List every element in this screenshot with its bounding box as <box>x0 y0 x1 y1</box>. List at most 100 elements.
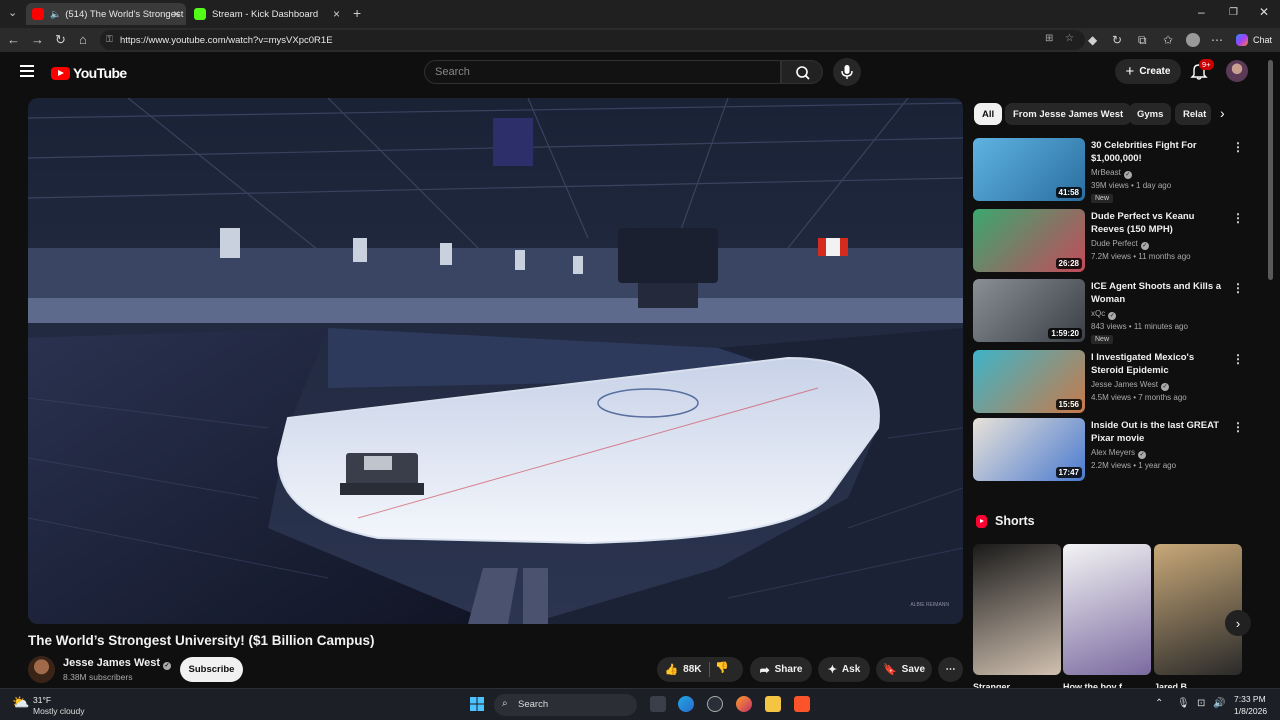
more-options-icon[interactable]: ⋯ <box>1211 33 1223 47</box>
refresh-extension-icon[interactable]: ↻ <box>1112 33 1122 47</box>
firefox-icon[interactable] <box>736 696 752 712</box>
brave-icon[interactable] <box>794 696 810 712</box>
new-tab-icon[interactable]: + <box>353 5 361 21</box>
thumbs-up-icon: 👍 <box>664 664 679 676</box>
shorts-next-button[interactable]: › <box>1225 610 1251 636</box>
github-icon[interactable] <box>707 696 723 712</box>
create-button[interactable]: + Create <box>1115 59 1181 84</box>
video-thumbnail[interactable]: 15:56 <box>973 350 1085 413</box>
account-avatar[interactable] <box>1226 60 1248 82</box>
like-button[interactable]: 👍 88K <box>657 657 709 682</box>
short-thumbnail[interactable] <box>1154 544 1242 675</box>
weather-cloud-icon[interactable]: ⛅ <box>12 694 29 711</box>
recommendation-title[interactable]: Dude Perfect vs Keanu Reeves (150 MPH) <box>1091 210 1226 236</box>
maximize-icon[interactable]: ❐ <box>1229 7 1238 18</box>
clock-time[interactable]: 7:33 PM <box>1234 694 1266 704</box>
windows-start-icon[interactable] <box>470 697 484 711</box>
recommendation-item[interactable]: 1:59:20 ICE Agent Shoots and Kills a Woma… <box>973 279 1248 344</box>
more-vertical-icon[interactable]: ⋮ <box>1232 281 1244 295</box>
forward-icon[interactable]: → <box>31 32 44 47</box>
recommendation-channel[interactable]: xQc ✓ <box>1091 309 1117 320</box>
logo-text: YouTube <box>73 65 127 81</box>
tab-kick[interactable]: Stream - Kick Dashboard × <box>188 3 346 25</box>
volume-icon[interactable]: 🔊 <box>1213 698 1225 709</box>
dislike-button[interactable]: 👎 <box>715 661 729 674</box>
tray-chevron-icon[interactable]: ⌃ <box>1155 698 1163 709</box>
more-vertical-icon[interactable]: ⋮ <box>1232 352 1244 366</box>
split-screen-icon[interactable]: ⧉ <box>1138 33 1147 48</box>
task-view-icon[interactable] <box>650 696 666 712</box>
taskbar-search-label: Search <box>518 699 549 710</box>
copilot-chat-button[interactable]: Chat <box>1230 31 1278 49</box>
address-bar[interactable]: ⚿ https://www.youtube.com/watch?v=mysVXp… <box>100 30 1085 50</box>
search-input[interactable]: Search <box>424 60 781 84</box>
app-available-icon[interactable]: ⊞ <box>1045 33 1053 44</box>
recommendation-channel[interactable]: Jesse James West ✓ <box>1091 380 1169 391</box>
profile-icon[interactable] <box>1186 33 1200 47</box>
clock-date[interactable]: 1/8/2026 <box>1234 706 1267 716</box>
subscribe-button[interactable]: Subscribe <box>180 657 243 682</box>
favorites-icon[interactable]: ✩ <box>1163 33 1173 47</box>
channel-name[interactable]: Jesse James West ✓ <box>63 657 172 670</box>
hamburger-menu-icon[interactable] <box>20 65 34 80</box>
chip-related[interactable]: Relat <box>1175 103 1211 125</box>
video-thumbnail[interactable]: 17:47 <box>973 418 1085 481</box>
lock-icon[interactable]: ⚿ <box>106 34 113 45</box>
more-vertical-icon[interactable]: ⋮ <box>1232 211 1244 225</box>
tab-youtube[interactable]: 🔈 (514) The World's Strongest U × <box>26 3 186 25</box>
video-thumbnail[interactable]: 1:59:20 <box>973 279 1085 342</box>
chip-gyms[interactable]: Gyms <box>1129 103 1172 125</box>
tab-list-chevron-icon[interactable]: ⌄ <box>8 6 17 19</box>
recommendation-channel[interactable]: Dude Perfect ✓ <box>1091 239 1149 250</box>
recommendation-title[interactable]: Inside Out is the last GREAT Pixar movie <box>1091 419 1226 445</box>
search-icon: ⌕ <box>502 698 508 709</box>
short-thumbnail[interactable] <box>973 544 1061 675</box>
favorite-star-icon[interactable]: ☆ <box>1065 33 1074 44</box>
youtube-logo[interactable]: YouTube <box>51 65 127 81</box>
duration-badge: 41:58 <box>1055 187 1082 198</box>
back-icon[interactable]: ← <box>7 32 20 47</box>
video-thumbnail[interactable]: 26:28 <box>973 209 1085 272</box>
chip-all[interactable]: All <box>974 103 1003 125</box>
share-arrow-icon: ➦ <box>759 662 770 677</box>
more-vertical-icon[interactable]: ⋮ <box>1232 420 1244 434</box>
taskbar-search[interactable]: ⌕ Search <box>494 694 637 716</box>
page-scrollbar[interactable] <box>1268 60 1273 280</box>
recommendation-title[interactable]: I Investigated Mexico's Steroid Epidemic <box>1091 351 1226 377</box>
speaker-icon[interactable]: 🔈 <box>50 9 61 20</box>
search-button[interactable] <box>781 60 823 84</box>
video-thumbnail[interactable]: 41:58 <box>973 138 1085 201</box>
duration-badge: 15:56 <box>1055 399 1082 410</box>
close-tab-icon[interactable]: × <box>333 7 340 21</box>
share-button[interactable]: ➦ Share <box>750 657 812 682</box>
close-tab-icon[interactable]: × <box>173 7 180 21</box>
recommendation-channel[interactable]: MrBeast ✓ <box>1091 168 1132 179</box>
home-icon[interactable]: ⌂ <box>79 32 87 47</box>
edge-icon[interactable] <box>678 696 694 712</box>
extension-icon[interactable]: ◆ <box>1088 33 1097 47</box>
more-vertical-icon[interactable]: ⋮ <box>1232 140 1244 154</box>
recommendation-item[interactable]: 15:56 I Investigated Mexico's Steroid Epi… <box>973 350 1248 414</box>
voice-search-button[interactable] <box>833 58 861 86</box>
ask-button[interactable]: ✦ Ask <box>818 657 870 682</box>
recommendation-title[interactable]: ICE Agent Shoots and Kills a Woman <box>1091 280 1226 306</box>
recommendation-item[interactable]: 41:58 30 Celebrities Fight For $1,000,000… <box>973 138 1248 203</box>
more-actions-button[interactable]: ⋯ <box>938 657 963 682</box>
video-player[interactable]: ALBIE REIMANN <box>28 98 963 624</box>
chevron-right-icon[interactable]: › <box>1220 105 1225 121</box>
recommendation-title[interactable]: 30 Celebrities Fight For $1,000,000! <box>1091 139 1226 165</box>
microphone-tray-icon[interactable]: 🎙 <box>1177 698 1190 709</box>
short-thumbnail[interactable] <box>1063 544 1151 675</box>
network-icon[interactable]: ⊡ <box>1197 698 1205 709</box>
file-explorer-icon[interactable] <box>765 696 781 712</box>
channel-avatar[interactable] <box>28 656 55 683</box>
chip-from-channel[interactable]: From Jesse James West <box>1005 103 1132 125</box>
save-button[interactable]: 🔖 Save <box>876 657 932 682</box>
recommendation-channel[interactable]: Alex Meyers ✓ <box>1091 448 1147 459</box>
recommendation-item[interactable]: 26:28 Dude Perfect vs Keanu Reeves (150 M… <box>973 209 1248 273</box>
close-window-icon[interactable]: ✕ <box>1259 5 1269 19</box>
recommendation-item[interactable]: 17:47 Inside Out is the last GREAT Pixar … <box>973 418 1248 482</box>
minimize-icon[interactable]: – <box>1198 5 1205 19</box>
duration-badge: 26:28 <box>1055 258 1082 269</box>
refresh-icon[interactable]: ↻ <box>55 32 66 48</box>
